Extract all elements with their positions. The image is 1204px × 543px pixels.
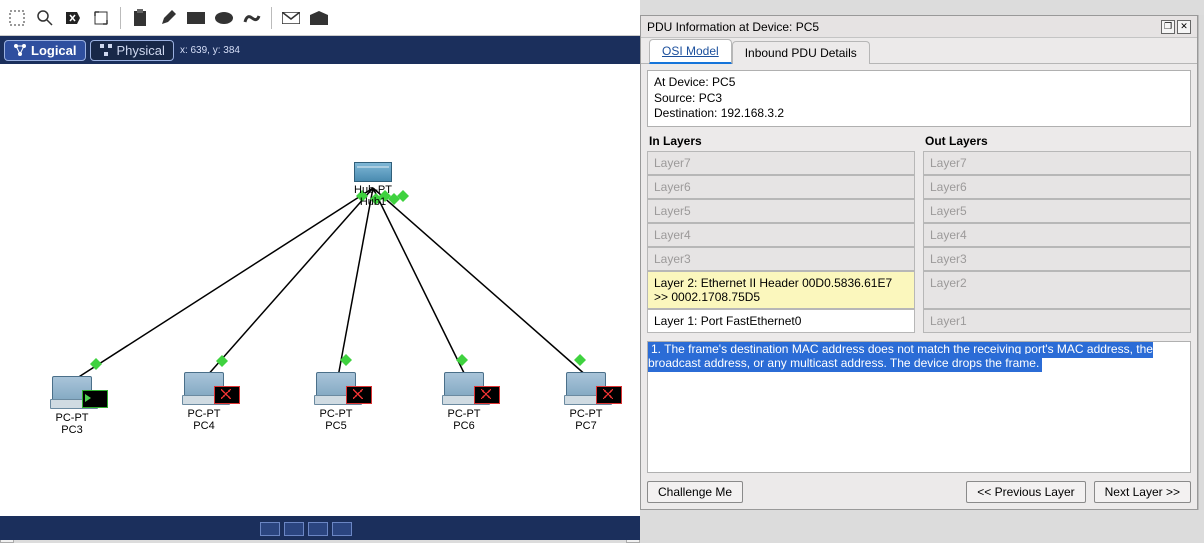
layer-description-box[interactable]: 1. The frame's destination MAC address d… [647, 341, 1191, 473]
top-toolbar [0, 0, 640, 36]
pc7-label-2: PC7 [566, 420, 606, 432]
out-layer6[interactable]: Layer6 [923, 175, 1191, 199]
rect-shape-icon[interactable] [185, 7, 207, 29]
pdu-envelope-pc7[interactable] [596, 386, 622, 404]
right-gutter [1198, 15, 1204, 510]
next-layer-button[interactable]: Next Layer >> [1094, 481, 1191, 503]
pc7-label-1: PC-PT [566, 408, 606, 420]
pdu-envelope-pc3[interactable] [82, 390, 108, 408]
in-layer1[interactable]: Layer 1: Port FastEthernet0 [647, 309, 915, 333]
hub-label-2: Hub1 [354, 196, 392, 208]
device-pc6[interactable]: PC-PT PC6 [444, 372, 484, 432]
pdu-envelope-pc4[interactable] [214, 386, 240, 404]
device-pc5[interactable]: PC-PT PC5 [316, 372, 356, 432]
pdu-info-panel: PDU Information at Device: PC5 ❐ ✕ OSI M… [640, 15, 1198, 510]
out-layer4[interactable]: Layer4 [923, 223, 1191, 247]
delete-icon[interactable] [62, 7, 84, 29]
in-layers-heading: In Layers [647, 131, 915, 151]
slot-icon[interactable] [260, 522, 280, 536]
tab-logical[interactable]: Logical [4, 40, 86, 61]
pc4-label-2: PC4 [184, 420, 224, 432]
tab-osi-model[interactable]: OSI Model [649, 39, 732, 64]
in-layer2[interactable]: Layer 2: Ethernet II Header 00D0.5836.61… [647, 271, 915, 309]
previous-layer-button[interactable]: << Previous Layer [966, 481, 1085, 503]
message-icon[interactable] [280, 7, 302, 29]
bottom-bar [0, 516, 640, 540]
pdu-tabs: OSI Model Inbound PDU Details [641, 38, 1197, 64]
pdu-summary-box: At Device: PC5 Source: PC3 Destination: … [647, 70, 1191, 127]
pc5-label-1: PC-PT [316, 408, 356, 420]
pc6-label-1: PC-PT [444, 408, 484, 420]
in-layer7[interactable]: Layer7 [647, 151, 915, 175]
pc6-label-2: PC6 [444, 420, 484, 432]
hub-icon [354, 162, 392, 182]
restore-icon[interactable]: ❐ [1161, 20, 1175, 34]
device-pc4[interactable]: PC-PT PC4 [184, 372, 224, 432]
freeform-shape-icon[interactable] [241, 7, 263, 29]
out-layers-heading: Out Layers [923, 131, 1191, 151]
pdu-envelope-pc6[interactable] [474, 386, 500, 404]
clipboard-icon[interactable] [129, 7, 151, 29]
slot-icon[interactable] [284, 522, 304, 536]
out-layer1[interactable]: Layer1 [923, 309, 1191, 333]
close-icon[interactable]: ✕ [1177, 20, 1191, 34]
pc3-label-2: PC3 [52, 424, 92, 436]
pc5-label-2: PC5 [316, 420, 356, 432]
tab-inbound-pdu[interactable]: Inbound PDU Details [732, 41, 870, 64]
ellipse-shape-icon[interactable] [213, 7, 235, 29]
pdu-envelope-pc5[interactable] [346, 386, 372, 404]
tab-physical-label: Physical [117, 43, 165, 58]
topology-canvas[interactable]: Hub-PT Hub1 PC-PT PC3 PC-PT PC4 PC-PT PC… [0, 64, 640, 504]
view-bar: Logical Physical x: 639, y: 384 [0, 36, 640, 64]
message-open-icon[interactable] [308, 7, 330, 29]
device-hub1[interactable]: Hub-PT Hub1 [354, 162, 392, 208]
device-pc3[interactable]: PC-PT PC3 [52, 376, 92, 436]
in-layer5[interactable]: Layer5 [647, 199, 915, 223]
pc4-label-1: PC-PT [184, 408, 224, 420]
in-layer4[interactable]: Layer4 [647, 223, 915, 247]
select-tool-icon[interactable] [6, 7, 28, 29]
out-layer7[interactable]: Layer7 [923, 151, 1191, 175]
in-layer6[interactable]: Layer6 [647, 175, 915, 199]
challenge-me-button[interactable]: Challenge Me [647, 481, 743, 503]
pdu-source: Source: PC3 [654, 91, 1184, 107]
slot-icon[interactable] [332, 522, 352, 536]
tab-logical-label: Logical [31, 43, 77, 58]
topology-links [0, 64, 640, 524]
resize-icon[interactable] [90, 7, 112, 29]
tab-physical[interactable]: Physical [90, 40, 174, 61]
pc3-label-1: PC-PT [52, 412, 92, 424]
layer-description-text: 1. The frame's destination MAC address d… [648, 341, 1153, 372]
pencil-icon[interactable] [157, 7, 179, 29]
zoom-icon[interactable] [34, 7, 56, 29]
out-layer2[interactable]: Layer2 [923, 271, 1191, 309]
out-layer5[interactable]: Layer5 [923, 199, 1191, 223]
pdu-title-bar[interactable]: PDU Information at Device: PC5 ❐ ✕ [641, 16, 1197, 38]
out-layer3[interactable]: Layer3 [923, 247, 1191, 271]
pdu-title-text: PDU Information at Device: PC5 [647, 20, 819, 34]
slot-icon[interactable] [308, 522, 328, 536]
in-layer3[interactable]: Layer3 [647, 247, 915, 271]
pdu-destination: Destination: 192.168.3.2 [654, 106, 1184, 122]
layers-table: Layer7 Layer7 Layer6 Layer6 Layer5 Layer5 L… [647, 151, 1191, 333]
hub-label-1: Hub-PT [354, 184, 392, 196]
device-pc7[interactable]: PC-PT PC7 [566, 372, 606, 432]
canvas-coords: x: 639, y: 384 [180, 45, 240, 56]
pdu-at-device: At Device: PC5 [654, 75, 1184, 91]
